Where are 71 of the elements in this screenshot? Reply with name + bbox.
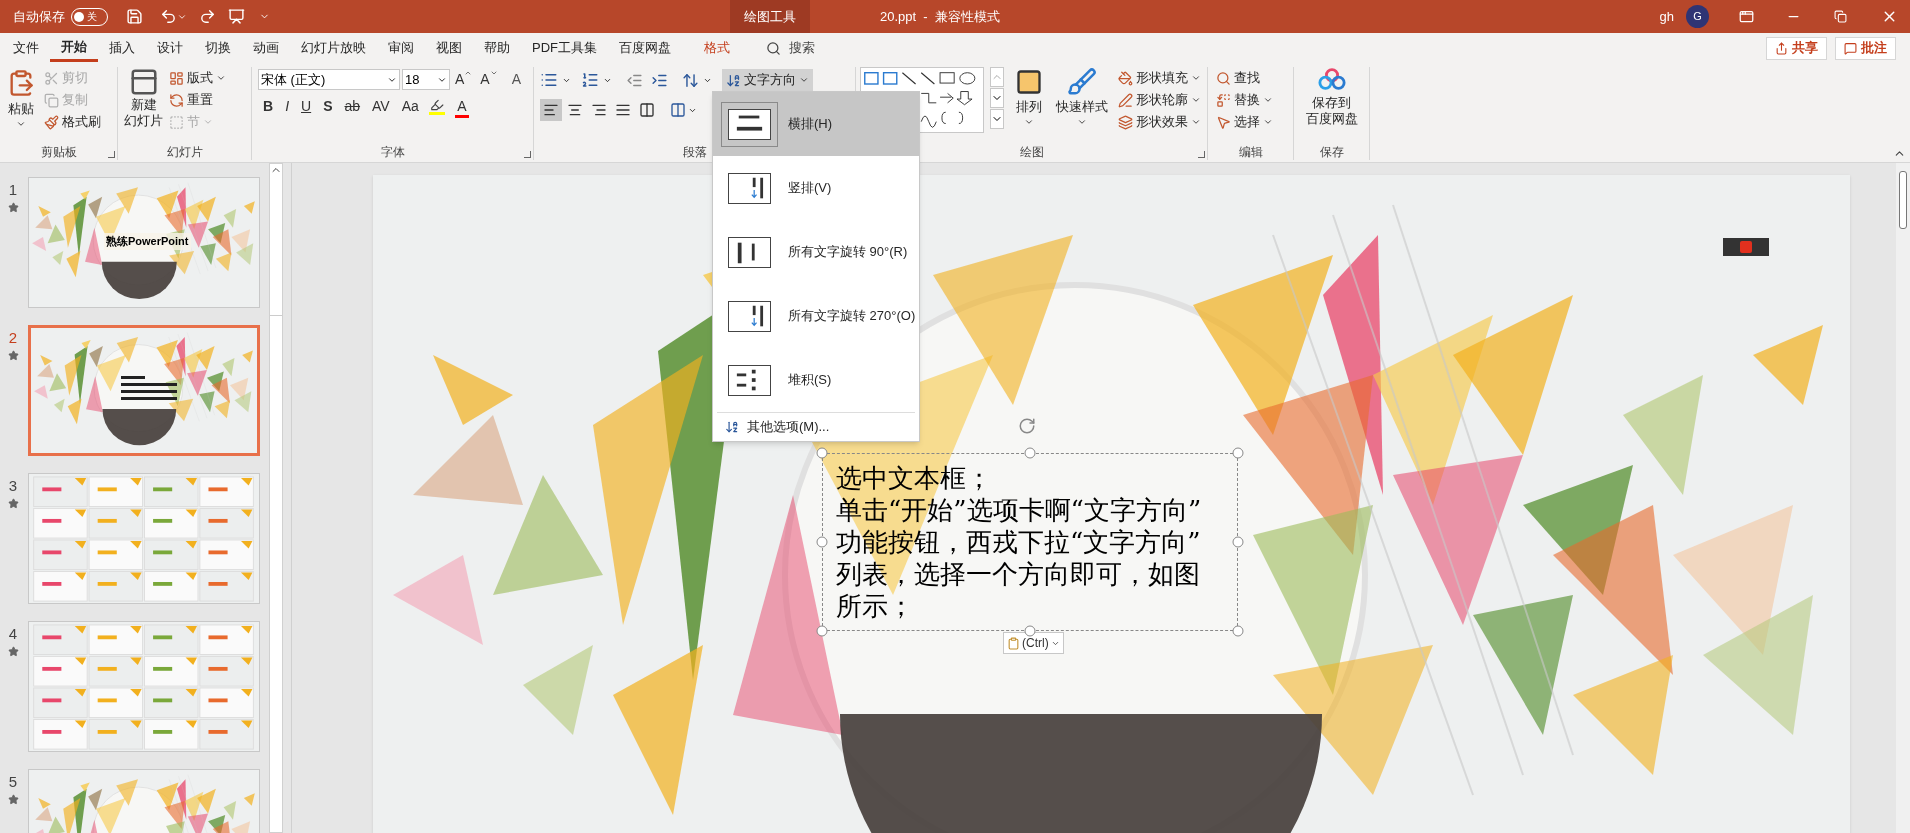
ribbon-tab[interactable]: 设计 [146,34,194,62]
new-slide-button[interactable]: 新建 幻灯片 [124,67,163,144]
ribbon-tab[interactable]: 切换 [194,34,242,62]
menu-item[interactable]: 所有文字旋转 270°(O) [713,284,919,348]
ribbon-tab[interactable]: 帮助 [473,34,521,62]
font-button[interactable]: S [318,98,338,120]
group-label: 编辑 [1238,144,1263,161]
font-button[interactable]: ab [339,98,366,120]
user-name: gh [1659,7,1674,26]
font-button[interactable]: A [508,69,525,90]
font-button[interactable]: A [477,69,501,90]
slide-text: 选中文本框； [836,462,993,494]
slide-number: 2 [8,328,18,348]
ribbon-button[interactable]: 替换 [1214,89,1287,111]
font-button[interactable]: A [452,69,476,90]
slide-number: 3 [8,476,18,496]
slide-number: 5 [8,772,18,792]
slide-title: 熟练PowerPoint [104,233,191,250]
menu-item[interactable]: 所有文字旋转 90°(R) [713,220,919,284]
ribbon-tab[interactable]: 视图 [425,34,473,62]
font-color-button[interactable]: A [449,98,474,120]
ribbon-button[interactable]: 形状轮廓 [1116,89,1203,111]
search-field[interactable]: 搜索 [766,38,815,58]
ribbon-button[interactable]: 查找 [1214,67,1287,89]
menu-item[interactable]: 堆积(S) [713,348,919,412]
menu-item[interactable]: 其他选项(M)... [713,413,919,441]
font-name-field[interactable]: 宋体 (正文) [258,69,400,90]
slide-number: 4 [8,624,18,644]
menu-item[interactable]: 横排(H) [713,92,919,156]
ribbon-button[interactable]: 版式 [167,67,228,89]
font-button[interactable]: AV [367,98,395,120]
ribbon-tab[interactable]: PDF工具集 [521,34,608,62]
ribbon-button[interactable]: 选择 [1214,111,1287,133]
paste-options-button[interactable]: (Ctrl) [1003,632,1064,654]
quick-styles-button[interactable]: 快速样式 [1054,67,1110,144]
context-tab-label: 绘图工具 [730,0,810,33]
slide-number: 1 [8,180,18,200]
slide-thumbnail[interactable]: 熟练PowerPoint [28,177,260,308]
arrange-button[interactable]: 排列 [1010,67,1049,144]
font-button[interactable]: B [258,98,279,120]
slide-text: 单击“开始”选项卡啊“文字方向”功能按钮，西戎下拉“文字方向”列表，选择一个方向即可，如图所示； [836,494,1203,622]
ribbon-tab[interactable]: 插入 [98,34,146,62]
window-title: 20.ppt - 兼容性模式 [880,7,1000,26]
font-button[interactable]: Aa [396,98,424,120]
group-label: 幻灯片 [166,144,203,161]
menu-item[interactable]: 竖排(V) [713,156,919,220]
ribbon-button[interactable]: 格式刷 [42,111,103,133]
font-button[interactable]: U [296,98,317,120]
share-button[interactable]: 共享 [1766,36,1827,60]
group-label: 字体 [380,144,405,161]
autosave-label: 自动保存 [13,7,65,26]
ribbon-tab[interactable]: 百度网盘 [608,34,682,62]
text-direction-button[interactable]: 文字方向 [722,69,813,91]
ribbon-tab[interactable]: 动画 [242,34,290,62]
ribbon-tab[interactable]: 格式 [682,34,752,62]
comments-button[interactable]: 批注 [1835,36,1896,60]
font-size-field[interactable]: 18 [402,69,450,90]
group-label: 段落 [682,144,707,161]
save-to-cloud-button[interactable]: 保存到 百度网盘 [1294,67,1369,144]
user-avatar[interactable]: G [1686,5,1709,28]
group-label: 保存 [1319,144,1344,161]
group-label: 剪贴板 [40,144,77,161]
ribbon-tab[interactable]: 审阅 [377,34,425,62]
ribbon-button[interactable]: 形状效果 [1116,111,1203,133]
paste-button[interactable]: 粘贴 [4,67,38,144]
ribbon-button[interactable]: 重置 [167,89,228,111]
font-button[interactable]: I [280,98,294,120]
ribbon-tab[interactable]: 文件 [2,34,50,62]
group-label: 绘图 [1019,144,1044,161]
ribbon-button[interactable]: 形状填充 [1116,67,1203,89]
ribbon-tab[interactable]: 幻灯片放映 [290,34,377,62]
